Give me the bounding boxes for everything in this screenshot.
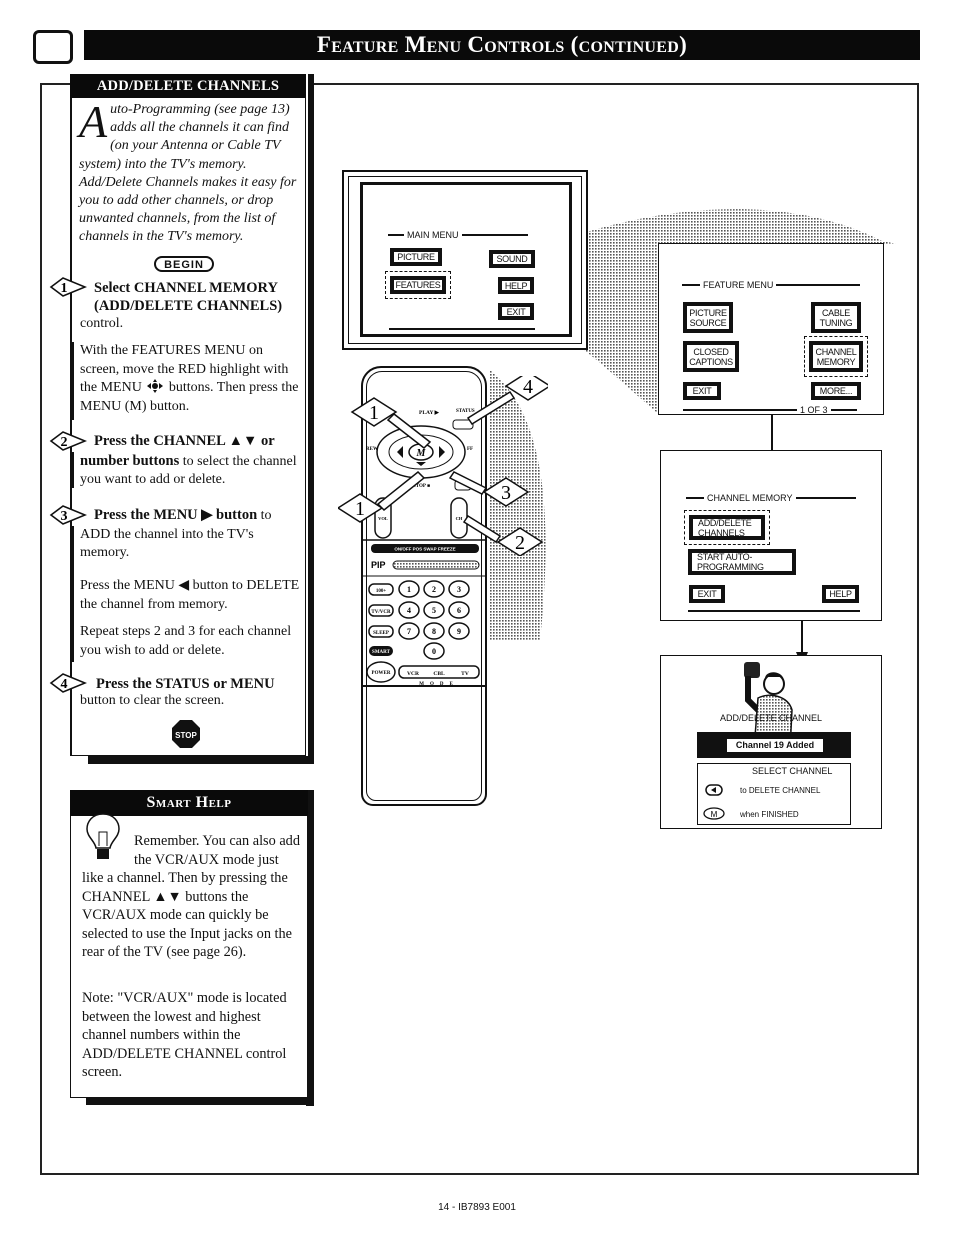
svg-text:3: 3 bbox=[457, 585, 461, 594]
remote-step-callouts: 1 1 2 3 4 bbox=[338, 376, 548, 556]
svg-text:M: M bbox=[711, 810, 718, 819]
step-2-text: Press the CHANNEL ▲▼ or number buttons t… bbox=[80, 433, 297, 487]
title-rule bbox=[388, 234, 404, 236]
svg-text:2: 2 bbox=[432, 585, 436, 594]
drop-cap: A bbox=[79, 96, 108, 147]
title-rule bbox=[461, 234, 528, 236]
callout-4: 4 bbox=[523, 376, 533, 398]
svg-text:POWER: POWER bbox=[372, 671, 391, 676]
menu-button-closed-captions[interactable]: CLOSED CAPTIONS bbox=[683, 341, 739, 372]
step-1-detail: With the FEATURES MENU on screen, move t… bbox=[80, 343, 299, 414]
smart-help-paragraph-1: Remember. You can also add the VCR/AUX m… bbox=[82, 832, 300, 960]
m-button-icon: M bbox=[703, 807, 725, 820]
step-1-suffix: control. bbox=[80, 316, 124, 331]
callout-1b: 1 bbox=[355, 498, 365, 520]
title-rule bbox=[830, 409, 857, 411]
status-message: Channel 19 Added bbox=[727, 739, 823, 752]
callout-1a: 1 bbox=[369, 402, 379, 424]
svg-text:9: 9 bbox=[457, 627, 461, 636]
svg-text:100+: 100+ bbox=[376, 589, 387, 594]
step-4-marker-icon: 4 bbox=[49, 673, 87, 693]
intro-paragraph: Auto-Programming (see page 13) adds all … bbox=[79, 96, 301, 247]
left-arrow-button-icon bbox=[705, 784, 723, 796]
title-rule bbox=[682, 284, 700, 286]
step-4-detail: button to clear the screen. bbox=[80, 693, 225, 708]
svg-text:MODE: MODE bbox=[419, 682, 459, 686]
title-rule bbox=[683, 409, 797, 411]
intro-text: uto-Programming (see page 13) adds all t… bbox=[79, 102, 297, 245]
main-menu-title: MAIN MENU bbox=[388, 230, 528, 240]
svg-text:STOP: STOP bbox=[175, 731, 197, 740]
svg-text:3: 3 bbox=[61, 509, 68, 524]
page-number: 14 - IB7893 E001 bbox=[438, 1202, 516, 1213]
stop-sign-icon: STOP bbox=[172, 720, 200, 748]
feature-menu-title: FEATURE MENU bbox=[682, 280, 861, 290]
step-4-title: Press the STATUS or MENU bbox=[96, 676, 275, 692]
menu-button-exit[interactable]: EXIT bbox=[498, 303, 534, 320]
add-delete-screen-title: ADD/DELETE CHANNEL bbox=[719, 713, 823, 723]
step-3-delete-note: Press the MENU ◀ button to DELETE the ch… bbox=[80, 578, 300, 612]
svg-text:0: 0 bbox=[432, 647, 436, 656]
step-3-text: Press the MENU ▶ button to ADD the chann… bbox=[80, 507, 272, 560]
menu-button-channel-memory[interactable]: CHANNEL MEMORY bbox=[804, 336, 868, 377]
svg-text:SLEEP: SLEEP bbox=[373, 631, 389, 636]
svg-text:CBL: CBL bbox=[433, 671, 445, 677]
menu-button-picture[interactable]: PICTURE bbox=[390, 248, 442, 266]
svg-text:VCR: VCR bbox=[407, 671, 420, 677]
instruction-select-channel: SELECT CHANNEL bbox=[752, 766, 833, 776]
step-3-repeat-note: Repeat steps 2 and 3 for each channel yo… bbox=[80, 624, 292, 658]
step-1-marker-icon: 1 bbox=[49, 277, 87, 297]
step-rule bbox=[72, 342, 74, 420]
svg-text:6: 6 bbox=[457, 606, 461, 615]
svg-text:TV/VCR: TV/VCR bbox=[371, 610, 391, 615]
callout-2: 2 bbox=[515, 532, 525, 554]
menu-button-help[interactable]: HELP bbox=[822, 585, 859, 603]
instruction-when-finished: when FINISHED bbox=[740, 810, 799, 819]
svg-text:2: 2 bbox=[61, 435, 68, 450]
svg-text:4: 4 bbox=[61, 677, 68, 692]
step-rule bbox=[72, 526, 74, 662]
menu-button-exit[interactable]: EXIT bbox=[689, 585, 725, 603]
svg-text:PIP: PIP bbox=[371, 560, 386, 570]
menu-button-cable-tuning[interactable]: CABLE TUNING bbox=[811, 302, 861, 333]
instruction-delete-channel: to DELETE CHANNEL bbox=[740, 786, 821, 795]
channel-memory-title: CHANNEL MEMORY bbox=[686, 493, 856, 503]
smart-help-paragraph-2: Note: "VCR/AUX" mode is located between … bbox=[82, 990, 287, 1080]
float-spacer bbox=[82, 832, 134, 868]
menu-cursor-icon bbox=[147, 379, 164, 393]
title-rule bbox=[795, 497, 856, 499]
menu-button-features[interactable]: FEATURES bbox=[385, 271, 451, 299]
box-shadow bbox=[86, 1097, 314, 1105]
svg-text:7: 7 bbox=[407, 627, 411, 636]
menu-button-help[interactable]: HELP bbox=[498, 277, 534, 294]
section-title: ADD/DELETE CHANNELS bbox=[70, 74, 306, 98]
menu-button-add-delete-channels[interactable]: ADD/DELETE CHANNELS bbox=[684, 510, 770, 545]
svg-text:TV: TV bbox=[461, 671, 469, 677]
menu-button-sound[interactable]: SOUND bbox=[489, 250, 535, 268]
svg-text:1: 1 bbox=[407, 585, 411, 594]
svg-text:8: 8 bbox=[432, 627, 436, 636]
box-shadow bbox=[88, 756, 314, 764]
svg-text:1: 1 bbox=[61, 281, 68, 296]
menu-bottom-rule bbox=[688, 610, 860, 612]
svg-text:5: 5 bbox=[432, 606, 436, 615]
header-tv-icon bbox=[33, 30, 73, 64]
menu-button-start-auto-programming[interactable]: START AUTO-PROGRAMMING bbox=[688, 549, 796, 575]
page-title: Feature Menu Controls (continued) bbox=[84, 30, 920, 60]
menu-bottom-rule bbox=[389, 328, 535, 330]
svg-text:4: 4 bbox=[407, 606, 411, 615]
menu-button-more[interactable]: MORE... bbox=[811, 382, 861, 400]
callout-3: 3 bbox=[501, 482, 511, 504]
svg-text:SMART: SMART bbox=[372, 650, 391, 655]
title-rule bbox=[686, 497, 704, 499]
begin-badge: BEGIN bbox=[154, 256, 214, 272]
step-rule bbox=[72, 452, 74, 488]
step-1-title: Select CHANNEL MEMORY (ADD/DELETE CHANNE… bbox=[94, 280, 283, 314]
page-indicator: 1 OF 3 bbox=[683, 405, 857, 415]
title-rule bbox=[776, 284, 861, 286]
menu-button-exit[interactable]: EXIT bbox=[683, 382, 721, 400]
menu-button-picture-source[interactable]: PICTURE SOURCE bbox=[683, 302, 733, 333]
